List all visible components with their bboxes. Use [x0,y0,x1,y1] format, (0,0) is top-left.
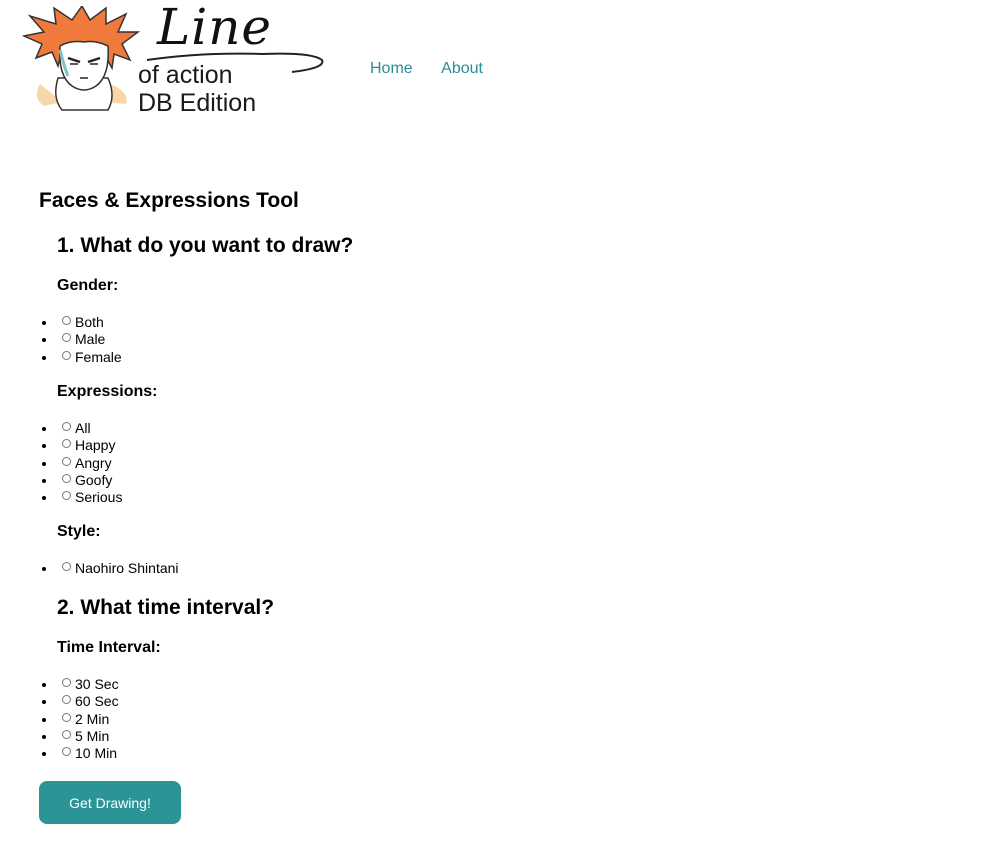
radio-button[interactable] [62,350,71,360]
radio-button[interactable] [62,695,71,705]
interval-option-60-sec[interactable]: 60 Sec [0,693,119,710]
expression-option-goofy[interactable]: Goofy [0,472,112,489]
gender-option-male[interactable]: Male [0,331,108,348]
radio-button[interactable] [62,712,71,722]
interval-option-30-sec[interactable]: 30 Sec [0,676,119,693]
goku-head-icon [22,6,141,111]
radio-button[interactable] [62,491,71,501]
interval-option-5-min[interactable]: 5 Min [0,728,109,745]
radio-button[interactable] [62,439,71,449]
gender-option-female[interactable]: Female [0,349,122,366]
interval-option-10-min[interactable]: 10 Min [0,745,117,762]
style-options: Naohiro Shintani [0,560,179,577]
gender-options: Both Male Female [0,314,122,366]
expression-options: All Happy Angry Goofy Serious [0,420,122,506]
radio-button[interactable] [62,422,71,431]
section-1-title: 1. What do you want to draw? [57,234,354,257]
radio-button[interactable] [62,562,71,571]
radio-button[interactable] [62,473,71,483]
gender-option-both[interactable]: Both [0,314,108,331]
gender-label: Gender: [57,277,119,294]
page-title: Faces & Expressions Tool [39,189,299,212]
get-drawing-button[interactable]: Get Drawing! [39,781,181,824]
expression-option-serious[interactable]: Serious [0,489,122,506]
main-nav: Home About [370,60,507,78]
radio-button[interactable] [62,333,71,343]
expression-option-angry[interactable]: Angry [0,455,112,472]
radio-button[interactable] [62,729,71,739]
radio-button[interactable] [62,456,71,466]
section-2-title: 2. What time interval? [57,596,275,619]
logo-subtitle-2: DB Edition [138,89,257,117]
radio-button[interactable] [62,747,71,757]
style-label: Style: [57,523,101,540]
logo-subtitle-1: of action [138,61,233,89]
time-interval-label: Time Interval: [57,639,161,656]
nav-about-link[interactable]: About [441,60,483,77]
expression-option-happy[interactable]: Happy [0,437,115,454]
radio-button[interactable] [62,316,71,325]
expression-option-all[interactable]: All [0,420,108,437]
interval-option-2-min[interactable]: 2 Min [0,711,109,728]
logo-line-text: Line [157,0,272,56]
time-interval-options: 30 Sec 60 Sec 2 Min 5 Min 10 Min [0,676,119,762]
expressions-label: Expressions: [57,383,158,400]
radio-button[interactable] [62,678,71,687]
style-option-naohiro-shintani[interactable]: Naohiro Shintani [0,560,179,577]
site-logo[interactable]: Line of action DB Edition [22,2,324,118]
nav-home-link[interactable]: Home [370,60,413,77]
